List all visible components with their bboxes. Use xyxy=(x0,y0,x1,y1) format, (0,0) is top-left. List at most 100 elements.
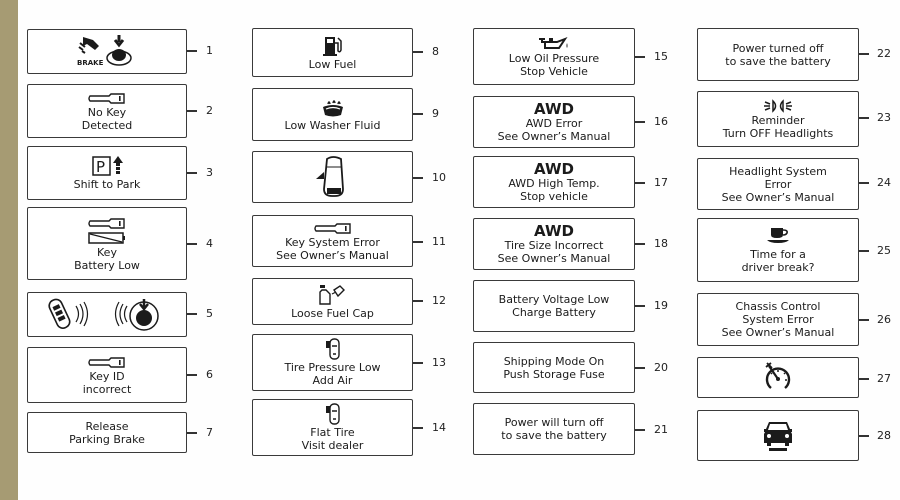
item-number: 22 xyxy=(877,47,891,60)
warning-box-16: AWD AWD Error See Owner’s Manual xyxy=(473,96,635,148)
message-line: to save the battery xyxy=(725,54,831,68)
message-line: Parking Brake xyxy=(69,432,145,446)
message-heading: AWD xyxy=(534,100,574,118)
warning-box-26: Chassis Control System Error See Owner’s… xyxy=(697,293,859,346)
message-line: Visit dealer xyxy=(301,439,364,452)
warning-box-8: Low Fuel xyxy=(252,28,413,77)
warning-box-5 xyxy=(27,292,187,337)
message-line: Release xyxy=(85,419,129,433)
warning-box-1: BRAKE xyxy=(27,29,187,74)
item-number: 8 xyxy=(432,45,439,58)
leader-line xyxy=(413,362,423,364)
item-number: 14 xyxy=(432,421,446,434)
key-fob-to-button-icon xyxy=(47,296,167,332)
leader-line xyxy=(635,121,645,123)
warning-box-18: AWD Tire Size Incorrect See Owner’s Manu… xyxy=(473,218,635,270)
warning-box-13: Tire Pressure Low Add Air xyxy=(252,334,413,391)
message-line: Push Storage Fuse xyxy=(503,367,605,381)
item-number: 28 xyxy=(877,429,891,442)
message-line: Shipping Mode On xyxy=(503,354,605,368)
warning-box-21: Power will turn off to save the battery xyxy=(473,403,635,455)
item-number: 19 xyxy=(654,299,668,312)
item-number: 13 xyxy=(432,356,446,369)
warning-box-27 xyxy=(697,357,859,398)
warning-box-23: Reminder Turn OFF Headlights xyxy=(697,91,859,147)
warning-box-2: No Key Detected xyxy=(27,84,187,138)
fuel-cap-icon xyxy=(316,284,350,306)
message-line: See Owner’s Manual xyxy=(276,248,389,262)
key-icon xyxy=(87,216,127,230)
leader-line xyxy=(635,305,645,307)
fuel-pump-icon xyxy=(322,35,344,57)
item-number: 5 xyxy=(206,307,213,320)
leader-line xyxy=(635,243,645,245)
message-line: Key System Error xyxy=(285,235,380,249)
leader-line xyxy=(635,182,645,184)
warning-box-10 xyxy=(252,151,413,203)
leader-line xyxy=(859,53,869,55)
left-margin-strip xyxy=(0,0,18,500)
warning-box-24: Headlight System Error See Owner’s Manua… xyxy=(697,158,859,210)
message-line: Shift to Park xyxy=(73,178,141,191)
item-number: 23 xyxy=(877,111,891,124)
leader-line xyxy=(187,432,197,434)
message-heading: AWD xyxy=(534,222,574,240)
item-number: 12 xyxy=(432,294,446,307)
message-line: See Owner’s Manual xyxy=(721,326,835,339)
warning-box-3: P Shift to Park xyxy=(27,146,187,200)
item-number: 3 xyxy=(206,166,213,179)
warning-box-6: Key ID incorrect xyxy=(27,347,187,403)
door-open-car-icon xyxy=(313,155,353,199)
message-line: Chassis Control xyxy=(735,300,821,313)
park-shift-icon: P xyxy=(87,155,127,177)
leader-line xyxy=(859,182,869,184)
speedometer-set-icon xyxy=(763,362,793,392)
item-number: 25 xyxy=(877,244,891,257)
brake-pedal-push-button-icon: BRAKE xyxy=(75,34,139,68)
leader-line xyxy=(187,374,197,376)
warning-box-28 xyxy=(697,410,859,461)
item-number: 10 xyxy=(432,171,446,184)
warning-box-19: Battery Voltage Low Charge Battery xyxy=(473,280,635,332)
leader-line xyxy=(413,241,423,243)
item-number: 1 xyxy=(206,44,213,57)
message-line: See Owner’s Manual xyxy=(721,190,835,204)
battery-low-icon xyxy=(87,231,127,245)
leader-line xyxy=(859,319,869,321)
message-line: Battery Low xyxy=(74,258,140,272)
washer-fluid-icon xyxy=(320,98,346,118)
headlight-icon xyxy=(763,98,793,113)
message-line: Stop vehicle xyxy=(520,190,588,203)
warning-box-11: Key System Error See Owner’s Manual xyxy=(252,215,413,267)
message-line: incorrect xyxy=(82,382,132,396)
leader-line xyxy=(187,313,197,315)
message-line: Key xyxy=(97,245,117,259)
leader-line xyxy=(859,435,869,437)
warning-box-17: AWD AWD High Temp. Stop vehicle xyxy=(473,156,635,208)
message-line: No Key xyxy=(87,105,127,119)
leader-line xyxy=(635,367,645,369)
message-line: Add Air xyxy=(312,374,353,387)
warning-box-12: Loose Fuel Cap xyxy=(252,278,413,325)
message-line: Low Oil Pressure xyxy=(508,52,600,65)
tire-pressure-car-icon xyxy=(325,403,341,425)
message-line: Battery Voltage Low xyxy=(498,293,610,306)
leader-line xyxy=(859,117,869,119)
item-number: 9 xyxy=(432,107,439,120)
message-line: Loose Fuel Cap xyxy=(291,306,374,320)
item-number: 26 xyxy=(877,313,891,326)
message-line: to save the battery xyxy=(501,429,607,442)
message-line: Key ID xyxy=(89,369,125,383)
key-icon xyxy=(87,91,127,105)
item-number: 24 xyxy=(877,176,891,189)
warning-box-9: Low Washer Fluid xyxy=(252,88,413,141)
message-line: See Owner’s Manual xyxy=(497,252,611,265)
warning-box-25: Time for a driver break? xyxy=(697,218,859,282)
leader-line xyxy=(413,427,423,429)
message-line: See Owner’s Manual xyxy=(497,130,611,143)
item-number: 15 xyxy=(654,50,668,63)
message-line: AWD High Temp. xyxy=(508,177,600,190)
message-line: Charge Battery xyxy=(512,306,596,319)
leader-line xyxy=(187,110,197,112)
item-number: 2 xyxy=(206,104,213,117)
